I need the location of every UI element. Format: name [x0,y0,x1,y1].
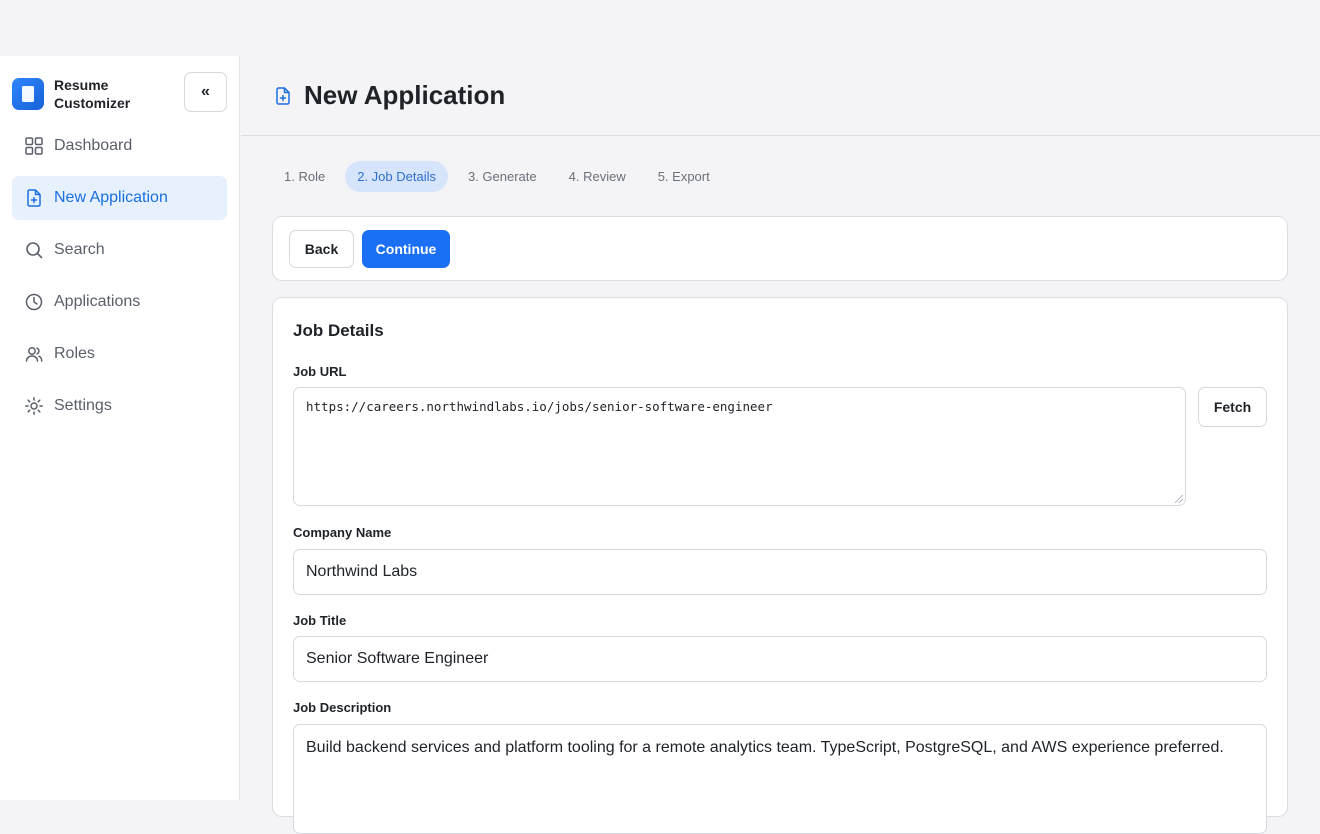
gear-icon [25,397,43,415]
job-title-input[interactable]: Senior Software Engineer [293,636,1267,682]
job-url-label: Job URL [293,364,347,379]
resize-handle[interactable] [1175,495,1183,503]
sidebar-item-label: Dashboard [54,137,133,154]
sidebar-item-new-application[interactable]: New Application [12,176,227,220]
fetch-button[interactable]: Fetch [1198,387,1267,427]
grid-icon [25,137,43,155]
step-role[interactable]: 1. Role [272,161,337,192]
sidebar-item-label: Settings [54,397,112,414]
company-name-input[interactable]: Northwind Labs [293,549,1267,595]
company-name-label: Company Name [293,525,392,540]
step-export[interactable]: 5. Export [646,161,722,192]
back-button[interactable]: Back [289,230,354,268]
job-url-value: https://careers.northwindlabs.io/jobs/se… [306,399,773,414]
sidebar-item-dashboard[interactable]: Dashboard [12,124,227,168]
sidebar-item-settings[interactable]: Settings [12,384,227,428]
page-header: New Application [241,56,1320,136]
app-name: Resume Customizer [54,77,131,111]
job-title-label: Job Title [293,613,347,628]
job-url-input[interactable]: https://careers.northwindlabs.io/jobs/se… [293,387,1186,506]
app-logo-icon [12,78,44,110]
search-icon [26,242,43,259]
step-generate[interactable]: 3. Generate [456,161,549,192]
stepper: 1. Role 2. Job Details 3. Generate 4. Re… [272,161,730,192]
job-details-card: Job Details Job URL https://careers.nort… [272,297,1288,834]
brand: Resume Customizer [12,76,164,112]
card-title: Job Details [293,321,384,340]
file-plus-icon [27,189,41,207]
step-job-details[interactable]: 2. Job Details [345,161,448,192]
collapse-sidebar-button[interactable]: « [184,72,227,112]
sidebar-item-applications[interactable]: Applications [12,280,227,324]
job-description-input[interactable]: Build backend services and platform tool… [293,724,1267,834]
step-review[interactable]: 4. Review [557,161,638,192]
sidebar-item-label: Search [54,241,105,258]
sidebar-nav: Dashboard New Application Search Applica… [12,124,227,436]
company-name-value: Northwind Labs [306,563,418,580]
top-bar [0,0,1320,56]
sidebar-item-label: New Application [54,189,168,206]
continue-button[interactable]: Continue [362,230,450,268]
sidebar-item-search[interactable]: Search [12,228,227,272]
file-plus-icon [276,86,290,105]
page-title: New Application [304,80,506,110]
sidebar-item-label: Roles [54,345,95,362]
users-icon [25,347,43,362]
job-description-value: Build backend services and platform tool… [306,739,1224,756]
action-bar: Back Continue [272,216,1288,281]
sidebar-item-roles[interactable]: Roles [12,332,227,376]
main-content: New Application 1. Role 2. Job Details 3… [241,56,1320,834]
job-title-value: Senior Software Engineer [306,650,489,667]
clock-icon [25,293,43,311]
sidebar: Resume Customizer « Dashboard New Applic… [0,56,240,800]
sidebar-item-label: Applications [54,293,141,310]
job-description-label: Job Description [293,700,392,715]
